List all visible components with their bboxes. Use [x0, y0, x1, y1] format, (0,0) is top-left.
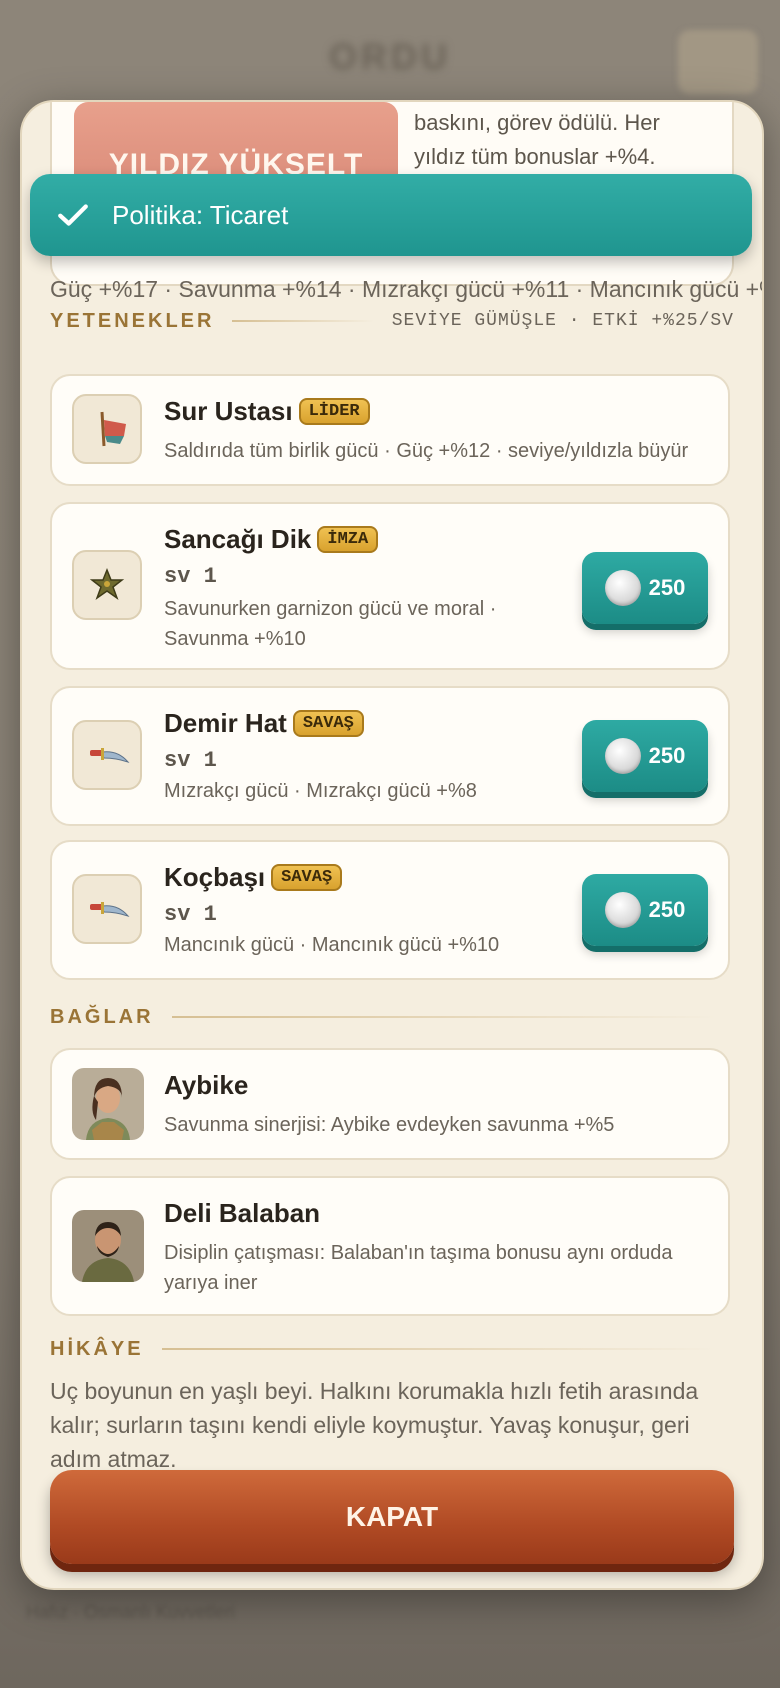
close-button[interactable]: KAPAT	[50, 1470, 734, 1564]
bond-card-aybike[interactable]: Aybike Savunma sinerjisi: Aybike evdeyke…	[50, 1048, 730, 1160]
upgrade-skill-button[interactable]: 250	[582, 552, 708, 624]
star-upgrade-description: Parça: harabe ve eşkıya baskını, görev ö…	[414, 110, 660, 169]
dagger-icon	[72, 720, 142, 790]
skills-section-title: YETENEKLER	[50, 309, 215, 332]
skill-card-kocbasi[interactable]: Koçbaşı SAVAŞ sv 1 Mancınık gücü · Mancı…	[50, 840, 730, 980]
skill-name: Sur Ustası	[164, 396, 293, 426]
skill-title-row: Sur Ustası LİDER	[164, 396, 370, 427]
skill-title-row: Koçbaşı SAVAŞ	[164, 862, 343, 893]
policy-toast: Politika: Ticaret	[30, 174, 752, 256]
upgrade-cost: 250	[648, 743, 686, 768]
silver-coin-icon	[604, 738, 641, 774]
skill-card-sancagi-dik[interactable]: Sancağı Dik İMZA sv 1 Savunurken garnizo…	[50, 502, 730, 670]
skill-title-row: Demir Hat SAVAŞ	[164, 708, 364, 739]
skill-level: sv 1	[164, 902, 217, 927]
section-divider	[171, 1016, 716, 1018]
skill-badge: SAVAŞ	[271, 864, 343, 891]
skill-level: sv 1	[164, 748, 217, 773]
upgrade-skill-button[interactable]: 250	[582, 720, 708, 792]
skills-upgrade-note: SEVİYE GÜMÜŞLE · ETKİ +%25/SV	[391, 311, 734, 331]
skill-description: Saldırıda tüm birlik gücü · Güç +%12 · s…	[164, 440, 689, 462]
skill-title-row: Sancağı Dik İMZA	[164, 524, 379, 555]
background-title: ORDU	[329, 36, 451, 77]
commander-detail-modal: YILDIZ YÜKSELT Parça: harabe ve eşkıya b…	[20, 100, 764, 1590]
skill-badge: SAVAŞ	[292, 710, 364, 737]
toast-text: Politika: Ticaret	[112, 199, 289, 230]
upgrade-cost: 250	[648, 575, 686, 600]
story-section-title: HİKÂYE	[50, 1337, 144, 1360]
section-divider	[161, 1348, 716, 1350]
bond-card-deli-balaban[interactable]: Deli Balaban Disiplin çatışması: Balaban…	[50, 1176, 730, 1316]
story-text: Uç boyunun en yaşlı beyi. Halkını koruma…	[50, 1378, 699, 1472]
stats-summary: Güç +%17 · Savunma +%14 · Mızrakçı gücü …	[50, 276, 764, 302]
dagger-icon	[72, 874, 142, 944]
skill-badge: İMZA	[317, 526, 379, 553]
skill-name: Demir Hat	[164, 708, 287, 738]
upgrade-cost: 250	[648, 897, 686, 922]
silver-coin-icon	[604, 570, 641, 606]
bond-title-row: Deli Balaban	[164, 1198, 320, 1229]
skill-description: Mızrakçı gücü · Mızrakçı gücü +%8	[164, 780, 477, 802]
story-section-header: HİKÂYE	[50, 1334, 734, 1364]
skill-description: Mancınık gücü · Mancınık gücü +%10	[164, 934, 500, 956]
upgrade-skill-button[interactable]: 250	[582, 874, 708, 946]
background-footer: Hafız · Osmanlı Kuvvetleri	[26, 1602, 236, 1622]
skill-name: Koçbaşı	[164, 862, 266, 892]
skill-badge: LİDER	[298, 398, 370, 425]
portrait-balaban	[72, 1210, 144, 1282]
section-divider	[232, 320, 374, 322]
skills-section-header: YETENEKLER SEVİYE GÜMÜŞLE · ETKİ +%25/SV	[50, 306, 734, 336]
bond-title-row: Aybike	[164, 1070, 248, 1101]
skill-card-demir-hat[interactable]: Demir Hat SAVAŞ sv 1 Mızrakçı gücü · Mız…	[50, 686, 730, 826]
check-icon	[58, 204, 88, 226]
bonds-section-title: BAĞLAR	[50, 1005, 154, 1028]
star-shield-icon	[72, 550, 142, 620]
bond-name: Deli Balaban	[164, 1198, 321, 1228]
bond-description: Savunma sinerjisi: Aybike evdeyken savun…	[164, 1114, 615, 1136]
portrait-aybike	[72, 1068, 144, 1140]
skill-card-sur-ustasi[interactable]: Sur Ustası LİDER Saldırıda tüm birlik gü…	[50, 374, 730, 486]
banner-icon	[72, 394, 142, 464]
silver-coin-icon	[604, 892, 641, 928]
bond-name: Aybike	[164, 1070, 249, 1100]
background-close-button	[678, 30, 758, 94]
skill-name: Sancağı Dik	[164, 524, 312, 554]
skill-description: Savunurken garnizon gücü ve moral · Savu…	[164, 598, 497, 650]
skill-level: sv 1	[164, 564, 217, 589]
bond-description: Disiplin çatışması: Balaban'ın taşıma bo…	[164, 1242, 673, 1294]
bonds-section-header: BAĞLAR	[50, 1002, 734, 1032]
